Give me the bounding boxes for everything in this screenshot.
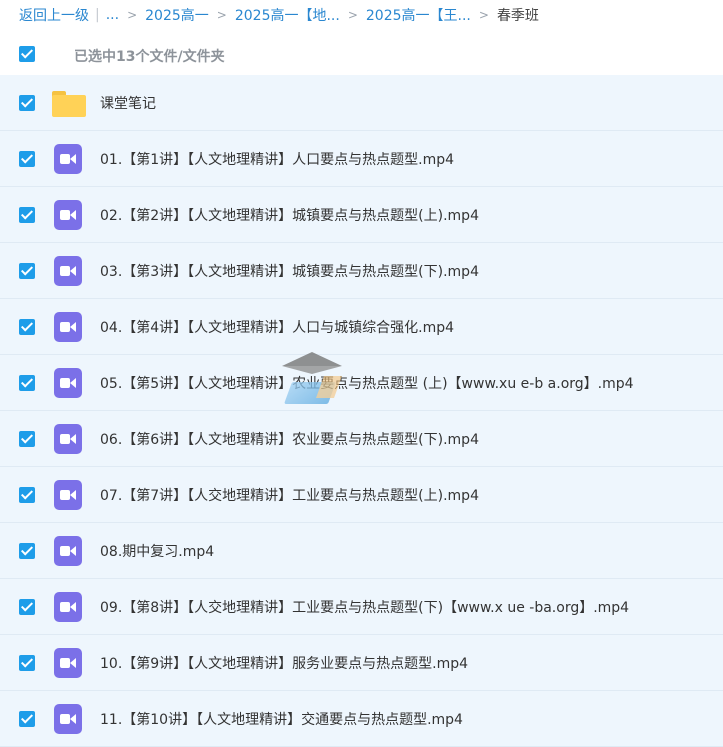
chevron-right-icon: > bbox=[127, 8, 138, 22]
file-row[interactable]: 05.【第5讲】【人文地理精讲】农业要点与热点题型 (上)【www.xu e-b… bbox=[0, 355, 723, 411]
folder-row[interactable]: 课堂笔记 bbox=[0, 75, 723, 131]
row-checkbox[interactable] bbox=[19, 95, 35, 111]
file-row[interactable]: 03.【第3讲】【人文地理精讲】城镇要点与热点题型(下).mp4 bbox=[0, 243, 723, 299]
row-checkbox[interactable] bbox=[19, 487, 35, 503]
row-checkbox[interactable] bbox=[19, 319, 35, 335]
video-file-icon bbox=[52, 648, 86, 678]
file-name[interactable]: 08.期中复习.mp4 bbox=[100, 541, 214, 561]
file-name[interactable]: 课堂笔记 bbox=[100, 93, 156, 113]
video-file-icon bbox=[52, 480, 86, 510]
file-name[interactable]: 09.【第8讲】【人交地理精讲】工业要点与热点题型(下)【www.x ue -b… bbox=[100, 597, 629, 617]
file-row[interactable]: 11.【第10讲】【人文地理精讲】交通要点与热点题型.mp4 bbox=[0, 691, 723, 747]
file-name[interactable]: 05.【第5讲】【人文地理精讲】农业要点与热点题型 (上)【www.xu e-b… bbox=[100, 373, 634, 393]
file-row[interactable]: 04.【第4讲】【人文地理精讲】人口与城镇综合强化.mp4 bbox=[0, 299, 723, 355]
video-file-icon bbox=[52, 424, 86, 454]
breadcrumb-item-2[interactable]: 2025高一【地... bbox=[235, 5, 340, 25]
row-checkbox[interactable] bbox=[19, 543, 35, 559]
row-checkbox[interactable] bbox=[19, 655, 35, 671]
row-checkbox[interactable] bbox=[19, 711, 35, 727]
file-row[interactable]: 02.【第2讲】【人文地理精讲】城镇要点与热点题型(上).mp4 bbox=[0, 187, 723, 243]
video-file-icon bbox=[52, 704, 86, 734]
row-checkbox[interactable] bbox=[19, 263, 35, 279]
breadcrumb-ellipsis[interactable]: ... bbox=[106, 7, 119, 23]
breadcrumb-item-1[interactable]: 2025高一 bbox=[145, 5, 209, 25]
file-name[interactable]: 03.【第3讲】【人文地理精讲】城镇要点与热点题型(下).mp4 bbox=[100, 261, 479, 281]
breadcrumb-current: 春季班 bbox=[496, 8, 539, 24]
video-file-icon bbox=[52, 200, 86, 230]
file-name[interactable]: 06.【第6讲】【人文地理精讲】农业要点与热点题型(下).mp4 bbox=[100, 429, 479, 449]
row-checkbox[interactable] bbox=[19, 207, 35, 223]
breadcrumb-divider: | bbox=[95, 7, 100, 23]
chevron-right-icon: > bbox=[216, 8, 227, 22]
video-file-icon bbox=[52, 256, 86, 286]
breadcrumb-item-3[interactable]: 2025高一【王... bbox=[366, 5, 471, 25]
folder-icon bbox=[52, 88, 86, 118]
video-file-icon bbox=[52, 536, 86, 566]
file-row[interactable]: 06.【第6讲】【人文地理精讲】农业要点与热点题型(下).mp4 bbox=[0, 411, 723, 467]
row-checkbox[interactable] bbox=[19, 431, 35, 447]
file-name[interactable]: 07.【第7讲】【人交地理精讲】工业要点与热点题型(上).mp4 bbox=[100, 485, 479, 505]
file-row[interactable]: 07.【第7讲】【人交地理精讲】工业要点与热点题型(上).mp4 bbox=[0, 467, 723, 523]
selection-count-text: 已选中13个文件/文件夹 bbox=[74, 49, 225, 65]
chevron-right-icon: > bbox=[347, 8, 358, 22]
video-file-icon bbox=[52, 592, 86, 622]
back-link[interactable]: 返回上一级 bbox=[19, 5, 89, 25]
file-name[interactable]: 11.【第10讲】【人文地理精讲】交通要点与热点题型.mp4 bbox=[100, 709, 463, 729]
file-row[interactable]: 08.期中复习.mp4 bbox=[0, 523, 723, 579]
file-row[interactable]: 10.【第9讲】【人文地理精讲】服务业要点与热点题型.mp4 bbox=[0, 635, 723, 691]
selection-bar: 已选中13个文件/文件夹 bbox=[0, 36, 723, 74]
file-name[interactable]: 04.【第4讲】【人文地理精讲】人口与城镇综合强化.mp4 bbox=[100, 317, 454, 337]
file-list: 课堂笔记 01.【第1讲】【人文地理精讲】人口要点与热点题型.mp4 02.【第2讲… bbox=[0, 75, 723, 747]
video-file-icon bbox=[52, 312, 86, 342]
file-row[interactable]: 01.【第1讲】【人文地理精讲】人口要点与热点题型.mp4 bbox=[0, 131, 723, 187]
video-file-icon bbox=[52, 144, 86, 174]
video-file-icon bbox=[52, 368, 86, 398]
row-checkbox[interactable] bbox=[19, 375, 35, 391]
row-checkbox[interactable] bbox=[19, 599, 35, 615]
breadcrumb: 返回上一级 | ... > 2025高一 > 2025高一【地... > 202… bbox=[0, 0, 723, 30]
select-all-checkbox[interactable] bbox=[19, 46, 35, 62]
file-name[interactable]: 02.【第2讲】【人文地理精讲】城镇要点与热点题型(上).mp4 bbox=[100, 205, 479, 225]
chevron-right-icon: > bbox=[478, 8, 489, 22]
file-name[interactable]: 10.【第9讲】【人文地理精讲】服务业要点与热点题型.mp4 bbox=[100, 653, 468, 673]
row-checkbox[interactable] bbox=[19, 151, 35, 167]
file-name[interactable]: 01.【第1讲】【人文地理精讲】人口要点与热点题型.mp4 bbox=[100, 149, 454, 169]
file-row[interactable]: 09.【第8讲】【人交地理精讲】工业要点与热点题型(下)【www.x ue -b… bbox=[0, 579, 723, 635]
